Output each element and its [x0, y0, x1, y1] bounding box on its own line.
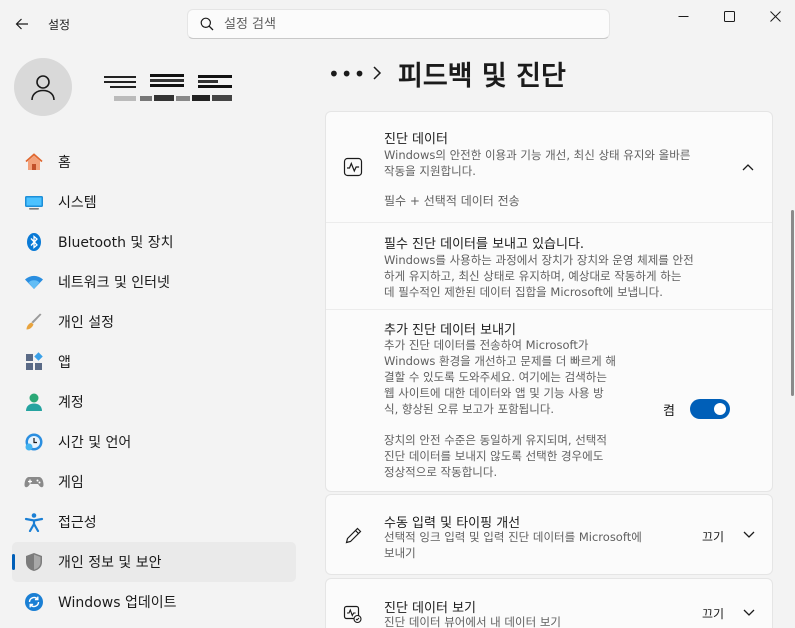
optional-data-toggle[interactable]	[690, 399, 730, 419]
inking-typing-status: 끄기	[702, 530, 725, 544]
close-button[interactable]	[752, 0, 795, 32]
view-diagnostic-data-desc: 진단 데이터 뷰어에서 내 데이터 보기	[384, 615, 561, 628]
sidebar-item-apps[interactable]: 앱	[12, 342, 296, 382]
diagnostic-data-header[interactable]: 진단 데이터 Windows의 안전한 이용과 기능 개선, 최신 상태 유지와…	[326, 112, 772, 222]
sidebar-item-label: Bluetooth 및 장치	[58, 235, 174, 251]
back-button[interactable]	[8, 10, 36, 38]
optional-data-desc-line2: Windows 환경을 개선하고 문제를 더 빠르게 해	[384, 354, 616, 368]
divider	[326, 222, 772, 223]
bluetooth-icon	[24, 232, 44, 252]
sidebar-item-label: 계정	[58, 395, 84, 411]
avatar[interactable]	[14, 58, 72, 116]
diagnostic-data-title: 진단 데이터	[384, 132, 448, 147]
clock-globe-icon	[24, 432, 44, 452]
sidebar-item-gaming[interactable]: 게임	[12, 462, 296, 502]
sidebar-item-time-language[interactable]: 시간 및 언어	[12, 422, 296, 462]
title-bar: 설정	[0, 0, 795, 44]
optional-data-desc-line4: 웹 사이트에 대한 데이터와 앱 및 기능 사용 방	[384, 386, 604, 400]
required-data-desc-line3: 데 필수적인 제한된 데이터 집합을 Microsoft에 보냅니다.	[384, 285, 663, 299]
diagnostic-data-status: 필수 + 선택적 데이터 전송	[384, 194, 520, 208]
sidebar-item-label: 네트워크 및 인터넷	[58, 275, 170, 291]
apps-icon	[24, 352, 44, 372]
sidebar-item-accessibility[interactable]: 접근성	[12, 502, 296, 542]
sidebar-item-label: 시간 및 언어	[58, 435, 132, 451]
sidebar-item-label: 게임	[58, 475, 84, 491]
sidebar-nav: 홈 시스템 Bluetooth 및 장치 네트워크 및 인터넷 개인 설정 앱	[12, 142, 296, 622]
gamepad-icon	[24, 472, 44, 492]
sidebar-item-label: 개인 정보 및 보안	[58, 555, 162, 571]
sidebar-item-personalization[interactable]: 개인 설정	[12, 302, 296, 342]
sidebar-item-bluetooth[interactable]: Bluetooth 및 장치	[12, 222, 296, 262]
home-icon	[24, 152, 44, 172]
breadcrumb-more-button[interactable]: •••	[328, 62, 366, 86]
chevron-down-icon	[741, 605, 757, 621]
optional-data-toggle-label: 켬	[663, 404, 675, 419]
view-diagnostic-data-status: 끄기	[702, 607, 725, 621]
sidebar-item-system[interactable]: 시스템	[12, 182, 296, 222]
person-icon	[24, 392, 44, 412]
page-title: 피드백 및 진단	[398, 61, 566, 92]
minimize-icon	[678, 15, 688, 17]
scrollbar[interactable]	[791, 210, 794, 396]
wifi-icon	[24, 272, 44, 292]
refresh-icon	[24, 592, 44, 612]
shield-icon	[24, 552, 44, 572]
sidebar-item-label: 접근성	[58, 515, 97, 531]
redacted-account-info	[104, 74, 232, 101]
toggle-knob	[714, 403, 726, 415]
maximize-button[interactable]	[706, 0, 752, 32]
sidebar-item-network[interactable]: 네트워크 및 인터넷	[12, 262, 296, 302]
sidebar-item-accounts[interactable]: 계정	[12, 382, 296, 422]
optional-data-desc-line3: 결할 수 있도록 도와주세요. 여기에는 검색하는	[384, 370, 607, 384]
diagnostic-viewer-icon	[342, 603, 364, 625]
sidebar-item-privacy-security[interactable]: 개인 정보 및 보안	[12, 542, 296, 582]
diagnostic-data-desc-line2: 작동을 지원합니다.	[384, 164, 476, 178]
sidebar-item-label: 홈	[58, 155, 71, 171]
optional-data-desc-line5: 식, 향상된 오류 보고가 포함됩니다.	[384, 402, 555, 416]
required-data-desc-line2: 하게 유지하고, 최신 상태로 유지하며, 예상대로 작동하게 하는	[384, 269, 682, 283]
activity-icon	[342, 156, 364, 178]
sidebar-item-home[interactable]: 홈	[12, 142, 296, 182]
diagnostic-data-desc-line1: Windows의 안전한 이용과 기능 개선, 최신 상태 유지와 올바른	[384, 148, 691, 162]
required-data-title: 필수 진단 데이터를 보내고 있습니다.	[384, 237, 585, 252]
search-box[interactable]	[187, 9, 610, 39]
optional-data-title: 추가 진단 데이터 보내기	[384, 323, 516, 338]
accessibility-icon	[24, 512, 44, 532]
person-icon	[31, 75, 55, 101]
sidebar-item-label: Windows 업데이트	[58, 595, 177, 611]
chevron-up-icon	[740, 159, 756, 175]
monitor-icon	[24, 192, 44, 212]
minimize-button[interactable]	[660, 0, 706, 32]
view-diagnostic-data-card[interactable]: 진단 데이터 보기 진단 데이터 뷰어에서 내 데이터 보기 끄기	[325, 578, 773, 628]
inking-typing-card[interactable]: 수동 입력 및 타이핑 개선 선택적 잉크 입력 및 입력 진단 데이터를 Mi…	[325, 494, 773, 575]
inking-typing-desc-line1: 선택적 잉크 입력 및 입력 진단 데이터를 Microsoft에	[384, 530, 642, 544]
optional-data-note-line3: 정상적으로 작동합니다.	[384, 465, 498, 479]
sidebar-item-label: 시스템	[58, 195, 97, 211]
sidebar-item-label: 앱	[58, 355, 71, 371]
close-icon	[769, 10, 781, 22]
search-input[interactable]	[224, 16, 584, 32]
brush-icon	[24, 312, 44, 332]
optional-data-desc-line1: 추가 진단 데이터를 전송하여 Microsoft가	[384, 338, 589, 352]
diagnostic-data-card: 진단 데이터 Windows의 안전한 이용과 기능 개선, 최신 상태 유지와…	[325, 111, 773, 492]
sidebar-item-label: 개인 설정	[58, 315, 114, 331]
pen-icon	[342, 525, 364, 547]
sidebar-item-windows-update[interactable]: Windows 업데이트	[12, 582, 296, 622]
optional-data-note-line1: 장치의 안전 수준은 동일하게 유지되며, 선택적	[384, 433, 607, 447]
search-icon	[200, 17, 214, 31]
inking-typing-desc-line2: 보내기	[384, 546, 416, 560]
back-arrow-icon	[15, 18, 28, 30]
chevron-down-icon	[741, 527, 757, 543]
chevron-right-icon	[373, 66, 382, 80]
required-data-desc-line1: Windows를 사용하는 과정에서 장치가 장치와 운영 체제를 안전	[384, 253, 694, 267]
optional-data-row: 추가 진단 데이터 보내기 추가 진단 데이터를 전송하여 Microsoft가…	[326, 310, 772, 492]
optional-data-note-line2: 진단 데이터를 보내지 않도록 선택한 경우에도	[384, 449, 604, 463]
app-title: 설정	[48, 18, 71, 32]
maximize-icon	[723, 10, 735, 22]
